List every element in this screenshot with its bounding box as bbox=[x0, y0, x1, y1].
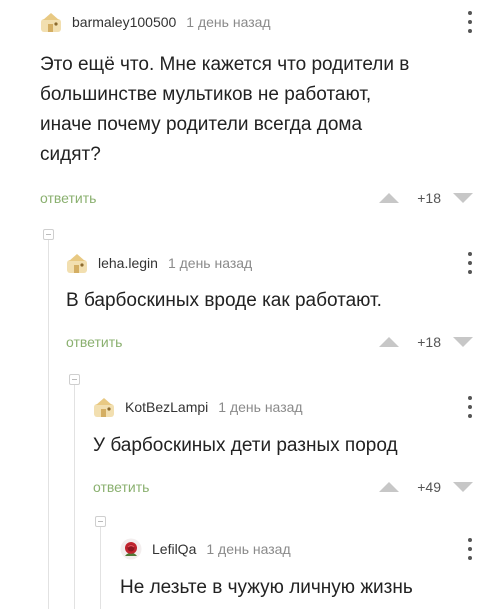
comment-text-line: иначе почему родители всегда дома bbox=[40, 114, 363, 135]
comment-header: barmaley100500 1 день назад bbox=[40, 9, 271, 35]
reply-link[interactable]: ответить bbox=[93, 479, 149, 495]
default-avatar-icon[interactable] bbox=[66, 252, 88, 274]
downvote-arrow-icon[interactable] bbox=[453, 193, 473, 203]
comment-author[interactable]: LefilQa bbox=[152, 541, 196, 557]
thread-line-3 bbox=[100, 527, 101, 609]
thread-line-2 bbox=[74, 385, 75, 609]
comment-text-line: У барбоскиных дети разных пород bbox=[93, 435, 398, 456]
comment-text-line: Это ещё что. Мне кажется что родители в bbox=[40, 54, 410, 75]
comment-time[interactable]: 1 день назад bbox=[186, 14, 270, 30]
comment-text-line: большинстве мультиков не работают, bbox=[40, 84, 372, 105]
more-dots-icon[interactable] bbox=[467, 538, 473, 560]
vote-score: +18 bbox=[417, 190, 441, 206]
vote-controls: +18 bbox=[379, 334, 473, 350]
default-avatar-icon[interactable] bbox=[40, 11, 62, 33]
default-avatar-icon[interactable] bbox=[93, 396, 115, 418]
comment: LefilQa 1 день назад Не лезьте в чужую л… bbox=[120, 536, 473, 606]
comment-text: Это ещё что. Мне кажется что родители в … bbox=[40, 50, 409, 170]
comment-text-line: сидят? bbox=[40, 144, 101, 165]
comment: barmaley100500 1 день назад Это ещё что.… bbox=[40, 9, 473, 209]
collapse-toggle-icon[interactable] bbox=[69, 374, 80, 385]
comment-text: У барбоскиных дети разных пород bbox=[93, 431, 398, 461]
comment: leha.legin 1 день назад В барбоскиных вр… bbox=[66, 250, 473, 360]
comment-time[interactable]: 1 день назад bbox=[206, 541, 290, 557]
downvote-arrow-icon[interactable] bbox=[453, 337, 473, 347]
more-dots-icon[interactable] bbox=[467, 11, 473, 33]
comment-header: KotBezLampi 1 день назад bbox=[93, 394, 303, 420]
vote-controls: +49 bbox=[379, 479, 473, 495]
reply-link[interactable]: ответить bbox=[66, 334, 122, 350]
more-dots-icon[interactable] bbox=[467, 252, 473, 274]
comment-author[interactable]: KotBezLampi bbox=[125, 399, 208, 415]
downvote-arrow-icon[interactable] bbox=[453, 482, 473, 492]
comment-text: В барбоскиных вроде как работают. bbox=[66, 286, 382, 316]
thread-line-1 bbox=[48, 240, 49, 609]
vote-score: +49 bbox=[417, 479, 441, 495]
comment-author[interactable]: leha.legin bbox=[98, 255, 158, 271]
collapse-toggle-icon[interactable] bbox=[43, 229, 54, 240]
upvote-arrow-icon[interactable] bbox=[379, 482, 400, 492]
more-dots-icon[interactable] bbox=[467, 396, 473, 418]
comment-text-line: В барбоскиных вроде как работают. bbox=[66, 290, 382, 311]
comment-header: leha.legin 1 день назад bbox=[66, 250, 252, 276]
comment-text: Не лезьте в чужую личную жизнь bbox=[120, 573, 413, 603]
comment-author[interactable]: barmaley100500 bbox=[72, 14, 176, 30]
comment-header: LefilQa 1 день назад bbox=[120, 536, 291, 562]
comment: KotBezLampi 1 день назад У барбоскиных д… bbox=[93, 394, 473, 504]
collapse-toggle-icon[interactable] bbox=[95, 516, 106, 527]
vote-score: +18 bbox=[417, 334, 441, 350]
reply-link[interactable]: ответить bbox=[40, 190, 96, 206]
vote-controls: +18 bbox=[379, 190, 473, 206]
comment-text-line: Не лезьте в чужую личную жизнь bbox=[120, 577, 413, 598]
rose-avatar-icon[interactable] bbox=[120, 538, 142, 560]
upvote-arrow-icon[interactable] bbox=[379, 193, 400, 203]
upvote-arrow-icon[interactable] bbox=[379, 337, 400, 347]
comment-time[interactable]: 1 день назад bbox=[218, 399, 302, 415]
comment-time[interactable]: 1 день назад bbox=[168, 255, 252, 271]
